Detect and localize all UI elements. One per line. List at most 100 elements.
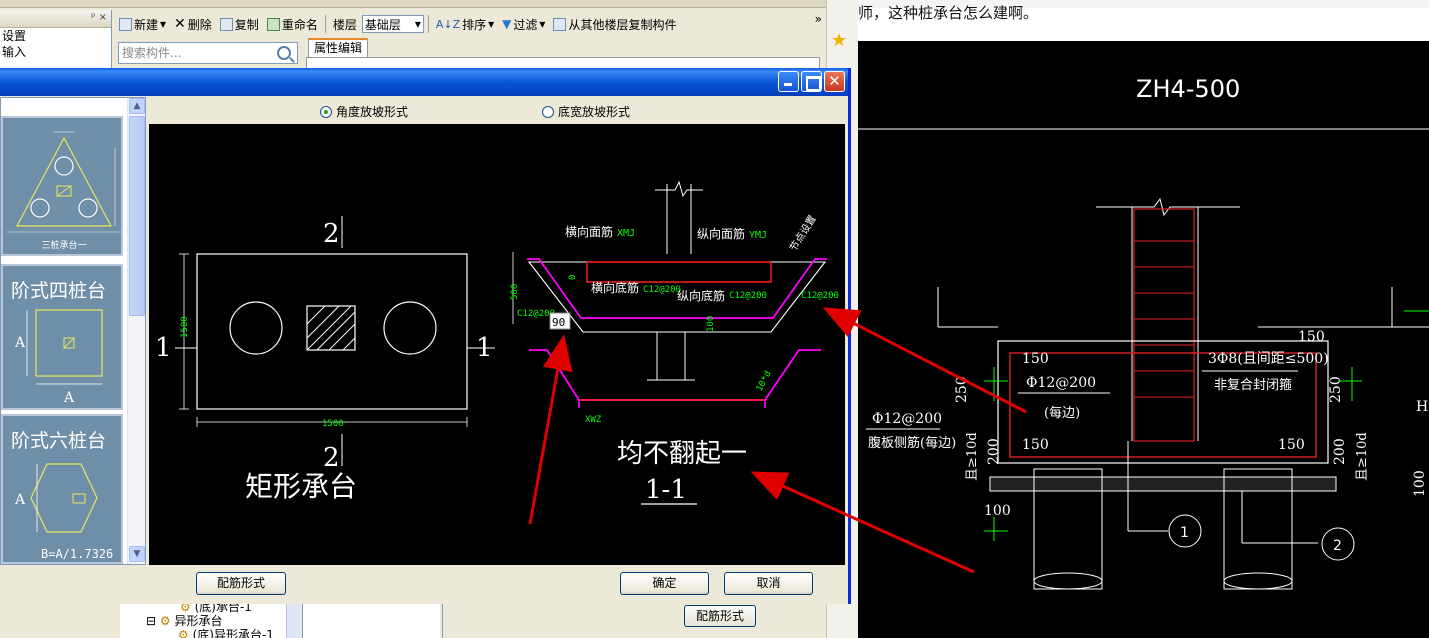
scroll-down-arrow[interactable]: ▼ <box>129 546 145 562</box>
ref-dim-10d-right: 且≥10d <box>1355 432 1370 481</box>
radio-base-width-label: 底宽放坡形式 <box>558 105 631 119</box>
rebar-style-button[interactable]: 配筋形式 <box>196 572 286 595</box>
new-icon <box>119 17 132 31</box>
thumb-six-dim-a-side: A <box>14 492 26 508</box>
ref-dim-200-right: 200 <box>1332 438 1348 465</box>
plan-title: 矩形承台 <box>245 470 357 503</box>
section-mark-left: 1 <box>155 333 172 363</box>
delete-x-icon: ✕ <box>174 16 186 32</box>
collapse-minus-icon: ⊟ <box>146 614 157 628</box>
ref-dim-150-a: 150 <box>1022 351 1049 367</box>
background-rebar-style-button[interactable]: 配筋形式 <box>684 605 756 627</box>
minimize-button[interactable] <box>778 71 799 92</box>
copy-from-floor-button[interactable]: 从其他楼层复制构件 <box>550 14 679 34</box>
section-title: 1-1 <box>645 475 687 505</box>
dim-height-label: 1500 <box>180 316 190 338</box>
tree-item-special-child[interactable]: ⚙ (底)异形承台-1 <box>178 628 274 638</box>
radio-base-width-slope[interactable]: 底宽放坡形式 <box>542 103 630 120</box>
ok-button[interactable]: 确定 <box>620 572 709 595</box>
ref-dim-200-left: 200 <box>986 438 1002 465</box>
copy-button[interactable]: 复制 <box>217 14 262 34</box>
nav-item-input[interactable]: 输入 <box>0 44 111 60</box>
radio-unselected-indicator <box>542 105 554 118</box>
radio-selected-indicator <box>320 105 332 118</box>
left-panel-titlebar: ᵖ × <box>0 10 111 28</box>
delete-button[interactable]: ✕ 删除 <box>171 14 215 34</box>
scroll-thumb[interactable] <box>129 116 145 316</box>
code-side-right: C12@200 <box>801 291 839 301</box>
bottom-right-panel <box>442 604 826 638</box>
maximize-button[interactable] <box>801 71 822 92</box>
close-button[interactable]: ✕ <box>824 71 845 92</box>
search-input[interactable] <box>119 44 269 62</box>
component-toolbar: 新建 ▾ ✕ 删除 复制 重命名 楼层 基础层 ▾ A↓Z 排序 ▾ ▼ 过滤 ▾ 从其他楼层… <box>116 12 826 36</box>
sort-button[interactable]: A↓Z 排序 ▾ <box>433 14 497 34</box>
thumb-six-caption: B=A/1.7326 <box>41 547 113 561</box>
floor-select[interactable]: 基础层 ▾ <box>361 15 424 33</box>
ref-dim-100: 100 <box>984 503 1011 519</box>
dialog-button-bar: 配筋形式 确定 取消 <box>0 565 848 604</box>
ref-dim-250-left: 250 <box>954 376 970 403</box>
panel-pin-close-icon[interactable]: ᵖ × <box>91 12 107 23</box>
tab-property-edit[interactable]: 属性编辑 <box>308 38 368 58</box>
section-view: 横向面筋 XMJ 纵向面筋 YMJ 节点设置 横向底筋 C12@200 纵向底筋… <box>510 180 839 505</box>
ref-rebar-main-note: (每边) <box>1044 405 1080 421</box>
new-label: 新建 <box>134 17 159 32</box>
label-transverse-top: 横向面筋 <box>565 224 613 239</box>
three-pile-cap-diagram: 三桩承台一 <box>7 131 121 251</box>
plan-view: 2 2 1 1 1500 1500 矩形承台 <box>155 216 495 503</box>
search-icon[interactable] <box>277 46 291 60</box>
toolbar-separator <box>324 15 326 33</box>
label-transverse-bottom: 横向底筋 <box>591 280 639 295</box>
label-node-setting: 节点设置 <box>787 213 818 253</box>
code-longitudinal-bottom: C12@200 <box>729 291 767 301</box>
toolbar-overflow-icon[interactable]: » <box>815 12 822 26</box>
question-text: 师，这种桩承台怎么建啊。 <box>858 4 1039 22</box>
ref-marker-2: 2 <box>1333 538 1342 554</box>
chevron-down-icon: ▾ <box>488 17 495 31</box>
component-tree: ⚙ (底)承台-1 ⊟ ⚙ 异形承台 ⚙ (底)异形承台-1 <box>120 600 290 638</box>
thumbnail-scrollbar[interactable]: ▲ ▼ <box>127 98 145 564</box>
scroll-up-arrow[interactable]: ▲ <box>129 98 145 114</box>
radio-angle-slope[interactable]: 角度放坡形式 <box>320 103 408 120</box>
code-longitudinal-top: YMJ <box>749 230 767 241</box>
dialog-titlebar[interactable]: ✕ <box>0 68 848 96</box>
label-longitudinal-bottom: 纵向底筋 <box>677 288 725 303</box>
rename-button[interactable]: 重命名 <box>264 14 321 34</box>
rename-icon <box>266 17 280 31</box>
ref-dim-150-c: 150 <box>1278 437 1305 453</box>
filter-button[interactable]: ▼ 过滤 ▾ <box>499 14 548 34</box>
thumb-stepped-four-pile-cap[interactable]: 阶式四桩台 A A <box>1 264 123 410</box>
tree-item-special-cap[interactable]: ⊟ ⚙ 异形承台 <box>146 614 223 628</box>
nav-item-settings[interactable]: 设置 <box>0 28 111 44</box>
top-toolbar-strip <box>0 0 858 8</box>
label-longitudinal-top: 纵向面筋 <box>697 226 745 241</box>
cancel-button[interactable]: 取消 <box>724 572 813 595</box>
floor-select-value: 基础层 <box>364 17 401 32</box>
slope-angle-value: 90 <box>552 316 565 329</box>
new-button[interactable]: 新建 ▾ <box>116 14 169 34</box>
ref-label-h: H <box>1416 399 1428 415</box>
thumb-stepped-six-pile-cap[interactable]: 阶式六桩台 A B=A/1.7326 <box>1 414 123 564</box>
code-xwz-label: XWZ <box>585 415 602 425</box>
tree-item-label: 异形承台 <box>174 614 223 628</box>
ref-title: ZH4-500 <box>1136 75 1240 103</box>
ref-dim-150-b: 150 <box>1022 437 1049 453</box>
ref-rebar-side: Φ12@200 <box>872 411 942 427</box>
filter-funnel-icon: ▼ <box>502 17 512 31</box>
left-navigation-panel: ᵖ × 设置 输入 <box>0 10 112 70</box>
favorite-star-icon[interactable]: ★ <box>831 32 847 50</box>
tree-scrollbar[interactable] <box>286 604 300 638</box>
cap-style-dialog: ✕ 三桩承台一 阶式四桩台 A A 阶式六桩台 A B=A/1.7326 ▲ ▼… <box>0 68 851 604</box>
copy-from-floor-label: 从其他楼层复制构件 <box>568 17 677 32</box>
ref-rebar-main: Φ12@200 <box>1026 375 1096 391</box>
cad-preview-svg: 2 2 1 1 1500 1500 矩形承台 横向面筋 XMJ 纵向面筋 YMJ… <box>155 180 839 505</box>
thumb-three-pile-cap[interactable]: 三桩承台一 <box>1 116 123 256</box>
section-mark-bottom: 2 <box>323 443 340 473</box>
ref-rebar-side-note: 腹板侧筋(每边) <box>868 435 956 451</box>
four-pile-cap-diagram: A A <box>14 309 103 406</box>
sort-label: 排序 <box>462 17 487 32</box>
reference-cad-svg: ZH4-500 1 2 150 150 150 150 Φ12@200 (每边)… <box>858 75 1429 590</box>
ref-dim-250-right: 250 <box>1328 376 1344 403</box>
middle-panel <box>302 604 440 638</box>
